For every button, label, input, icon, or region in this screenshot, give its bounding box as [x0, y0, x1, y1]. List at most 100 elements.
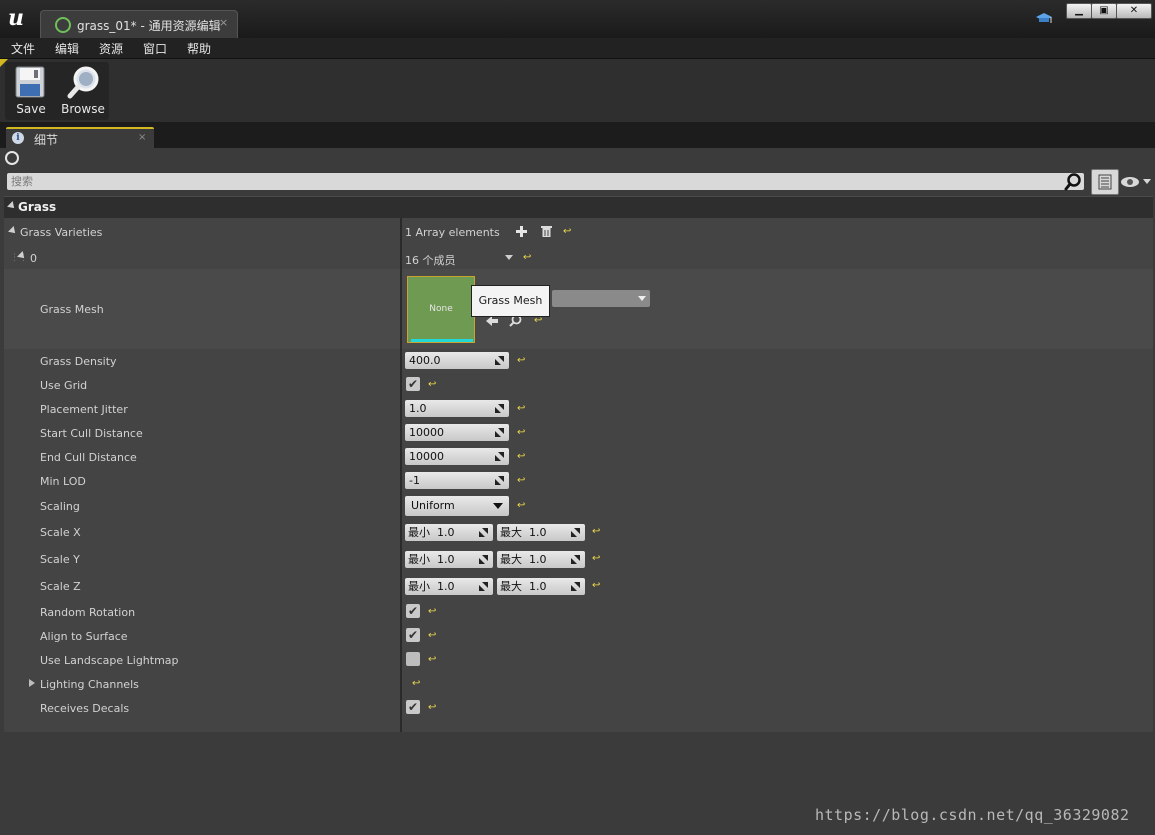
reset-to-default-icon[interactable]: ↩ — [592, 581, 600, 591]
max-prefix: 最大 — [500, 580, 522, 593]
reset-to-default-icon[interactable]: ↩ — [428, 380, 436, 390]
reset-to-default-icon[interactable]: ↩ — [592, 527, 600, 537]
spin-arrow-icon — [495, 428, 504, 437]
menu-window[interactable]: 窗口 — [143, 40, 167, 57]
toolbar — [0, 59, 1155, 122]
reset-to-default-icon[interactable]: ↩ — [517, 476, 525, 486]
placement-jitter-label: Placement Jitter — [40, 403, 128, 416]
browse-button[interactable]: Browse — [58, 62, 108, 120]
array-summary: 1 Array elements — [405, 226, 500, 239]
save-label: Save — [16, 102, 46, 116]
end-cull-distance-input[interactable]: 10000 — [405, 448, 509, 465]
asset-icon — [55, 17, 71, 33]
end-cull-distance-label: End Cull Distance — [40, 451, 137, 464]
scaling-label: Scaling — [40, 500, 80, 513]
lock-selection-icon[interactable] — [5, 151, 19, 165]
reset-to-default-icon[interactable]: ↩ — [517, 501, 525, 511]
asset-thumbnail[interactable]: None — [407, 276, 475, 343]
thumbnail-text: None — [429, 304, 453, 314]
reset-to-default-icon[interactable]: ↩ — [523, 253, 531, 263]
reset-to-default-icon[interactable]: ↩ — [517, 452, 525, 462]
expand-arrow-icon[interactable] — [29, 679, 35, 687]
use-selected-arrow-icon[interactable] — [486, 316, 498, 326]
dropdown-arrow-icon[interactable] — [505, 255, 513, 261]
min-prefix: 最小 — [408, 580, 430, 593]
reset-to-default-icon[interactable]: ↩ — [517, 356, 525, 366]
details-tab[interactable]: i 细节 × — [6, 127, 154, 150]
receives-decals-checkbox[interactable]: ✔ — [406, 700, 420, 714]
placement-jitter-value: 1.0 — [409, 402, 427, 415]
spin-arrow-icon — [571, 555, 580, 564]
column-splitter[interactable] — [400, 218, 402, 732]
placement-jitter-input[interactable]: 1.0 — [405, 400, 509, 417]
scale-x-min-value: 1.0 — [437, 526, 455, 539]
spin-arrow-icon — [571, 582, 580, 591]
close-tab-icon[interactable]: × — [138, 132, 146, 143]
min-lod-input[interactable]: -1 — [405, 472, 509, 489]
reset-to-default-icon[interactable]: ↩ — [517, 404, 525, 414]
scale-y-max-input[interactable]: 最大 1.0 — [497, 551, 585, 568]
reset-to-default-icon[interactable]: ↩ — [428, 703, 436, 713]
spin-arrow-icon — [495, 476, 504, 485]
reset-to-default-icon[interactable]: ↩ — [428, 631, 436, 641]
property-matrix-button[interactable] — [1091, 169, 1119, 195]
close-window-button[interactable]: ✕ — [1116, 3, 1152, 19]
use-landscape-lightmap-label: Use Landscape Lightmap — [40, 654, 179, 667]
align-to-surface-checkbox[interactable]: ✔ — [406, 628, 420, 642]
random-rotation-checkbox[interactable]: ✔ — [406, 604, 420, 618]
scale-x-max-input[interactable]: 最大 1.0 — [497, 524, 585, 541]
lighting-channels-label: Lighting Channels — [40, 678, 139, 691]
close-tab-icon[interactable]: × — [219, 16, 228, 29]
grass-density-input[interactable]: 400.0 — [405, 352, 509, 369]
eye-icon[interactable] — [1120, 174, 1154, 190]
scale-z-max-input[interactable]: 最大 1.0 — [497, 578, 585, 595]
reset-to-default-icon[interactable]: ↩ — [563, 227, 571, 237]
search-input[interactable] — [11, 173, 1061, 190]
details-tab-label: 细节 — [34, 133, 59, 147]
reset-to-default-icon[interactable]: ↩ — [428, 607, 436, 617]
category-label: Grass — [18, 200, 57, 214]
minimize-button[interactable]: ▁ — [1066, 3, 1092, 19]
scale-x-min-input[interactable]: 最小 1.0 — [405, 524, 493, 541]
category-grass[interactable]: Grass — [4, 196, 1153, 218]
menu-bar: 文件 编辑 资源 窗口 帮助 — [0, 38, 1155, 59]
document-tab[interactable]: grass_01* - 通用资源编辑 × — [40, 10, 238, 39]
random-rotation-label: Random Rotation — [40, 606, 136, 619]
menu-edit[interactable]: 编辑 — [55, 40, 79, 57]
search-box — [7, 173, 1084, 190]
maximize-button[interactable]: ▣ — [1091, 3, 1117, 19]
min-prefix: 最小 — [408, 553, 430, 566]
save-button[interactable]: Save — [6, 62, 56, 120]
info-icon: i — [12, 132, 24, 144]
align-to-surface-label: Align to Surface — [40, 630, 128, 643]
use-landscape-lightmap-checkbox[interactable] — [406, 652, 420, 666]
min-lod-value: -1 — [409, 474, 420, 487]
reset-to-default-icon[interactable]: ↩ — [534, 316, 542, 326]
add-element-icon[interactable] — [516, 226, 527, 237]
scale-x-label: Scale X — [40, 526, 81, 539]
array-element-index: 0 — [30, 252, 37, 265]
reset-to-default-icon[interactable]: ↩ — [517, 428, 525, 438]
spin-arrow-icon — [479, 555, 488, 564]
graduation-cap-icon[interactable] — [1036, 12, 1052, 26]
search-icon[interactable] — [1063, 172, 1083, 192]
menu-file[interactable]: 文件 — [11, 40, 35, 57]
trash-icon[interactable] — [541, 225, 552, 237]
scaling-dropdown[interactable]: Uniform — [405, 496, 509, 516]
min-lod-label: Min LOD — [40, 475, 86, 488]
menu-help[interactable]: 帮助 — [187, 40, 211, 57]
reset-to-default-icon[interactable]: ↩ — [592, 554, 600, 564]
menu-asset[interactable]: 资源 — [99, 40, 123, 57]
spin-arrow-icon — [495, 452, 504, 461]
scale-y-min-input[interactable]: 最小 1.0 — [405, 551, 493, 568]
reset-to-default-icon[interactable]: ↩ — [428, 655, 436, 665]
dropdown-arrow-icon — [493, 503, 503, 509]
asset-picker-combo[interactable] — [552, 290, 650, 307]
floppy-disk-icon — [15, 66, 45, 98]
spin-arrow-icon — [495, 356, 504, 365]
scale-z-min-input[interactable]: 最小 1.0 — [405, 578, 493, 595]
start-cull-distance-input[interactable]: 10000 — [405, 424, 509, 441]
use-grid-checkbox[interactable]: ✔ — [406, 377, 420, 391]
document-tab-title: grass_01* - 通用资源编辑 — [77, 19, 221, 33]
reset-to-default-icon[interactable]: ↩ — [412, 679, 420, 689]
